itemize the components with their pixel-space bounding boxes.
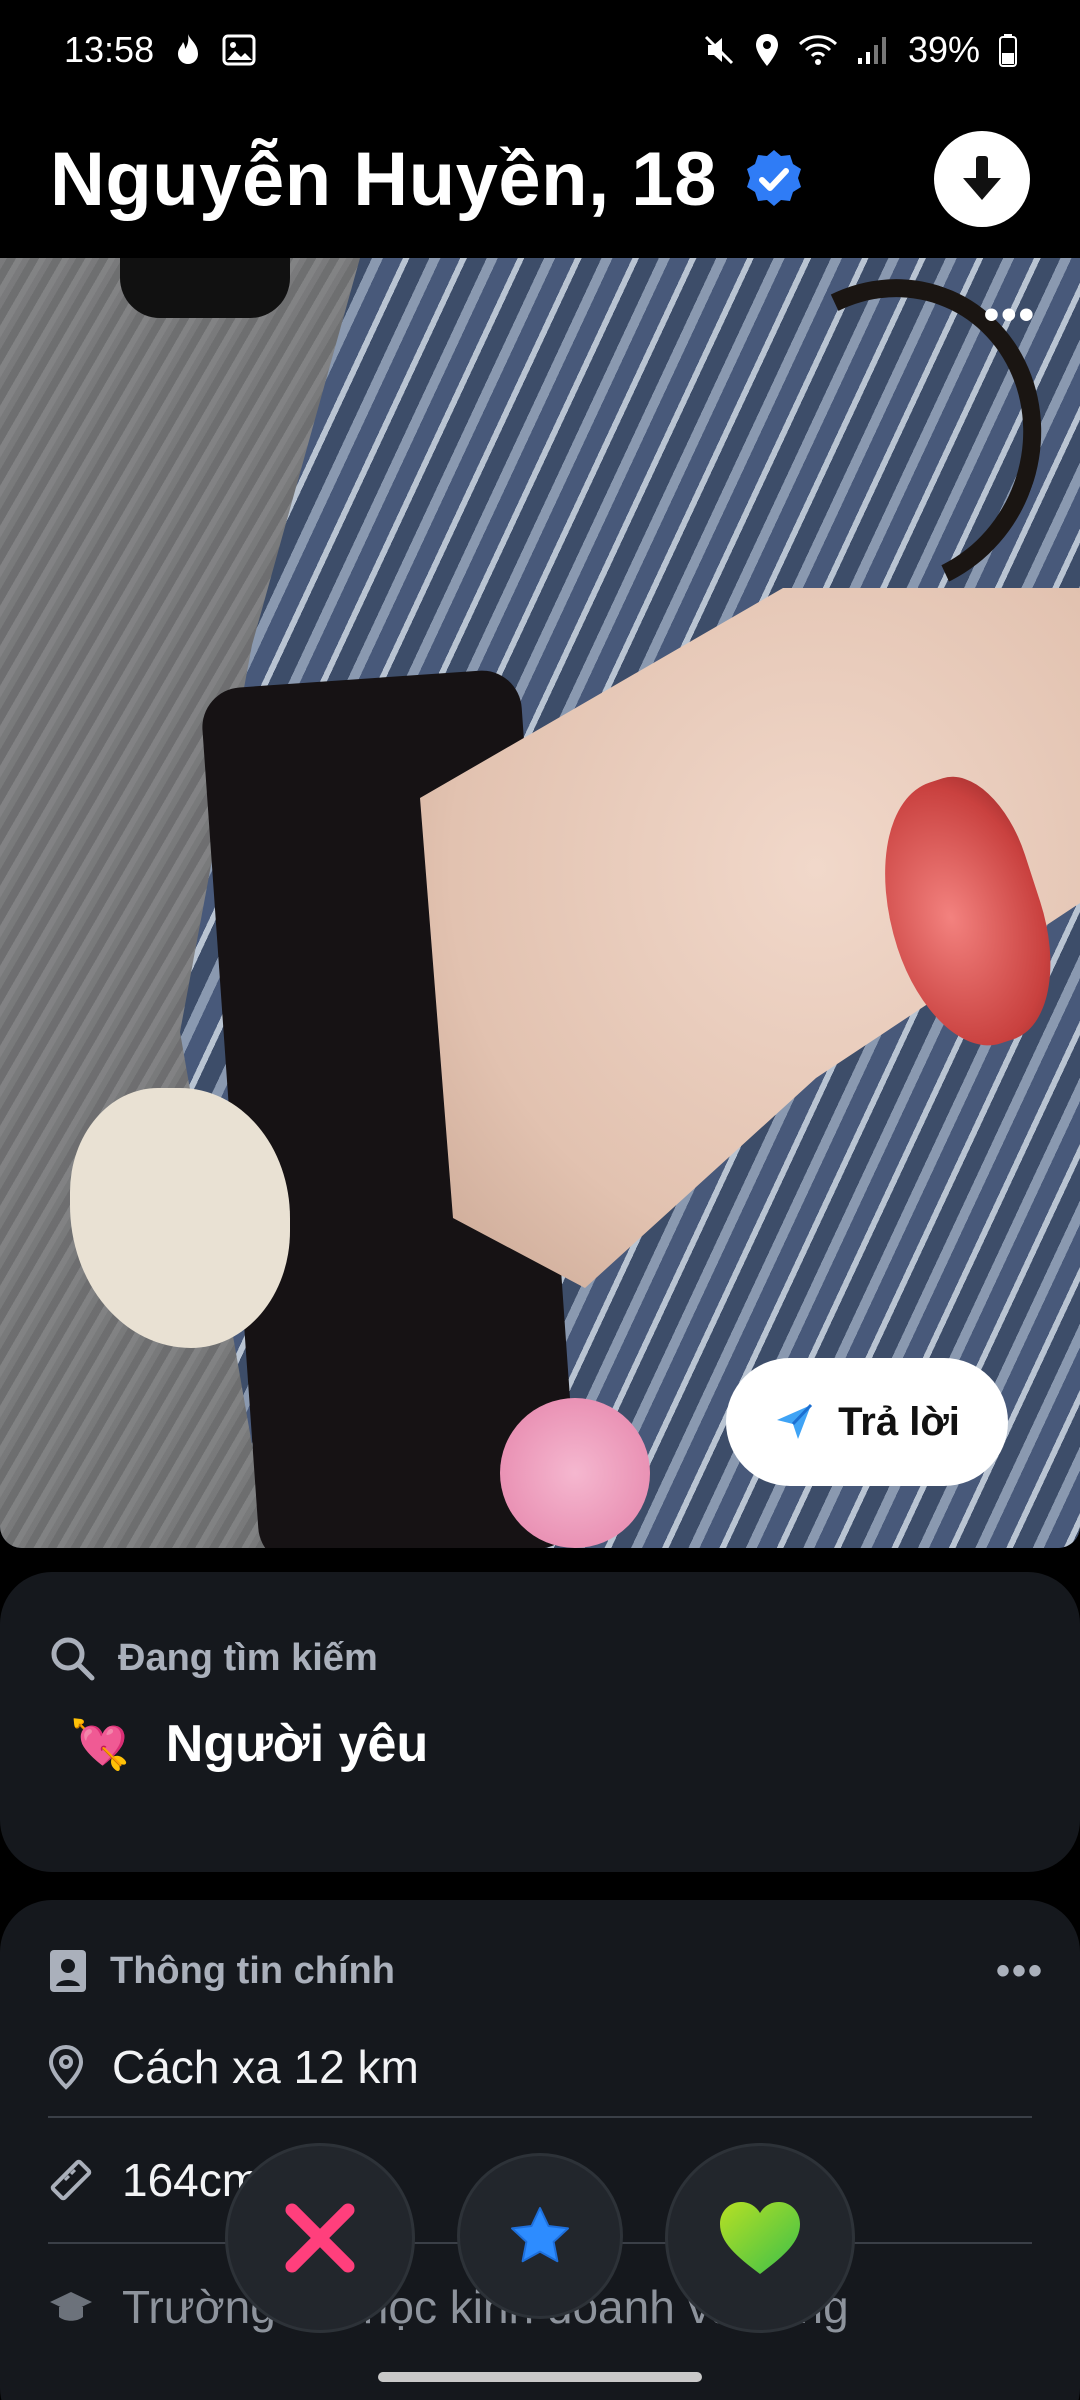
- status-bar: 13:58 39%: [0, 0, 1080, 100]
- distance-row: Cách xa 12 km: [48, 2018, 1032, 2118]
- search-icon: [51, 1637, 95, 1681]
- looking-for-title: Đang tìm kiếm: [118, 1636, 378, 1679]
- gallery-icon: [222, 34, 256, 66]
- heart-icon: [720, 2202, 800, 2274]
- home-indicator[interactable]: [378, 2372, 702, 2382]
- main-info-header: Thông tin chính •••: [48, 1948, 1044, 1994]
- reply-label: Trả lời: [838, 1399, 960, 1444]
- looking-for-text: Người yêu: [165, 1715, 429, 1773]
- looking-for-card: Đang tìm kiếm 💘 Người yêu: [0, 1572, 1080, 1872]
- profile-photo[interactable]: [0, 258, 1080, 1548]
- mute-icon: [702, 33, 736, 67]
- main-info-title: Thông tin chính: [110, 1949, 395, 1992]
- profile-name-age: Nguyễn Huyền, 18: [50, 136, 717, 222]
- battery-percent: 39%: [907, 29, 980, 70]
- id-card-icon: [50, 1950, 86, 1992]
- close-icon: [285, 2203, 355, 2273]
- super-like-button[interactable]: [460, 2156, 620, 2316]
- location-pin-icon: [48, 2044, 84, 2090]
- looking-for-header: Đang tìm kiếm: [48, 1634, 378, 1682]
- looking-for-value: 💘 Người yêu: [70, 1714, 428, 1774]
- collapse-profile-button[interactable]: [934, 131, 1030, 227]
- main-info-more-icon[interactable]: •••: [996, 1949, 1044, 1994]
- location-icon: [754, 33, 780, 67]
- photo-more-options-icon[interactable]: •••: [984, 290, 1036, 340]
- distance-text: Cách xa 12 km: [112, 2041, 419, 2093]
- action-bar: [0, 2142, 1080, 2332]
- nope-button[interactable]: [228, 2146, 412, 2330]
- wifi-icon: [798, 34, 838, 66]
- reply-button[interactable]: Trả lời: [726, 1358, 1008, 1486]
- heart-arrow-icon: 💘: [70, 1718, 130, 1772]
- arrow-down-icon: [963, 156, 1001, 200]
- like-button[interactable]: [668, 2146, 852, 2330]
- verified-badge-icon: [743, 148, 805, 210]
- star-icon: [511, 2207, 569, 2263]
- battery-icon: [998, 33, 1018, 67]
- send-icon: [777, 1403, 813, 1439]
- signal-icon: [856, 34, 890, 66]
- flame-notification-icon: [172, 32, 204, 68]
- profile-header: Nguyễn Huyền, 18: [0, 100, 1080, 258]
- status-time: 13:58: [64, 29, 155, 70]
